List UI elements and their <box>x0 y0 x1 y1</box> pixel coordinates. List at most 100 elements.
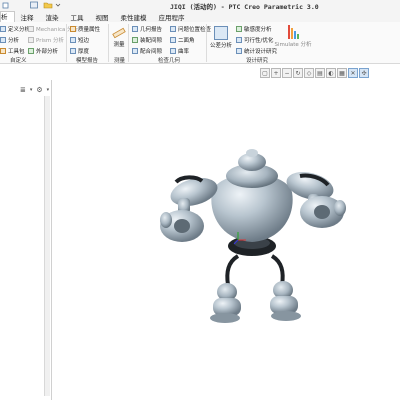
saved-views-icon[interactable]: ▤ <box>315 68 325 78</box>
tab-applications[interactable]: 应用程序 <box>153 12 191 22</box>
group-inspect-geometry: 检查几何 <box>158 58 181 64</box>
right-hand <box>300 196 346 228</box>
fit-icon <box>132 48 138 54</box>
define-analysis-button[interactable]: 定义分析 <box>0 25 30 33</box>
label: 几何报告 <box>140 27 163 33</box>
short-edge-button[interactable]: 短边 <box>70 36 89 44</box>
label: 测量 <box>113 42 125 48</box>
left-foot <box>210 283 241 323</box>
label: 装配间隙 <box>140 38 163 44</box>
label: 厚度 <box>78 49 90 55</box>
label: 质量属性 <box>78 27 101 33</box>
group-design-study: 设计研究 <box>246 58 269 64</box>
graphics-toolbar: ▢ + − ↻ ◇ ▤ ◐ ▦ ✕ ✣ <box>260 68 369 78</box>
thickness-button[interactable]: 厚度 <box>70 47 89 55</box>
label: 工具包 <box>8 49 25 55</box>
dihedral-angle-button[interactable]: 二面角 <box>170 36 195 44</box>
group-custom: 自定义 <box>10 58 27 64</box>
chevron-down-icon[interactable]: ▾ <box>30 87 33 93</box>
tolerance-analysis-button[interactable]: 公差分析 <box>210 26 232 49</box>
robot-head-knob <box>246 149 258 157</box>
measure-button[interactable]: 测量 <box>112 26 126 48</box>
angle-icon <box>170 37 176 43</box>
left-leg <box>225 254 240 286</box>
divider <box>66 24 67 62</box>
spin-center-icon[interactable]: ✣ <box>359 68 369 78</box>
ribbon: 定义分析 分析 工具包 Mechanica 分析 Prism 分析 外部分析 质… <box>0 22 400 64</box>
orient-icon[interactable]: ◇ <box>304 68 314 78</box>
geometry-report-button[interactable]: 几何报告 <box>132 25 162 33</box>
navigator-scrollbar[interactable] <box>44 96 50 396</box>
group-model-report: 模型报告 <box>76 58 99 64</box>
fit-clearance-button[interactable]: 配合间隙 <box>132 47 162 55</box>
settings-icon[interactable]: ⚙ <box>36 86 42 94</box>
mechanica-icon <box>28 26 34 32</box>
robot-model[interactable] <box>52 80 400 400</box>
toolkit-icon <box>0 48 6 54</box>
label: 曲率 <box>178 49 190 55</box>
label: 可行性/优化 <box>244 38 274 44</box>
analysis-icon <box>0 26 6 32</box>
check-icon <box>170 26 176 32</box>
model-tree-icon[interactable]: ≣ <box>20 86 26 94</box>
left-hand <box>160 210 204 242</box>
tab-render[interactable]: 渲染 <box>40 12 65 22</box>
label: 定义分析 <box>8 27 31 33</box>
right-leg <box>270 254 285 286</box>
tab-flexible-modeling[interactable]: 柔性建模 <box>115 12 153 22</box>
repaint-icon[interactable]: ↻ <box>293 68 303 78</box>
window-title: JIQI (活动的) - PTC Creo Parametric 3.0 <box>170 3 319 11</box>
label: Simulate 分析 <box>274 42 312 48</box>
problem-check-button[interactable]: 问题位置检查 <box>170 25 211 33</box>
tab-annotate[interactable]: 注释 <box>15 12 40 22</box>
refit-icon[interactable]: ▢ <box>260 68 270 78</box>
label: 分析 <box>8 38 20 44</box>
navigator-toolbar: ≣ ▾ ⚙ ▾ <box>20 86 49 94</box>
tab-analysis[interactable]: 析 <box>0 11 15 22</box>
graphics-window[interactable] <box>52 80 400 400</box>
display-style-icon[interactable]: ◐ <box>326 68 336 78</box>
feasibility-button[interactable]: 可行性/优化 <box>236 36 273 44</box>
analysis-icon <box>0 37 6 43</box>
new-file-icon[interactable] <box>2 2 10 9</box>
feasibility-icon <box>236 37 242 43</box>
sensitivity-analysis-button[interactable]: 敏感度分析 <box>236 25 272 33</box>
prism-icon <box>28 37 34 43</box>
simulate-button[interactable]: Simulate 分析 <box>274 24 312 48</box>
view-manager-icon[interactable]: ▦ <box>337 68 347 78</box>
prism-analysis-button[interactable]: Prism 分析 <box>28 36 64 44</box>
label: 短边 <box>78 38 90 44</box>
curvature-icon <box>170 48 176 54</box>
quick-access-right <box>30 1 61 9</box>
quick-access-toolbar <box>2 1 10 9</box>
divider <box>206 24 207 62</box>
statistics-icon <box>236 48 242 54</box>
mass-properties-button[interactable]: 质量属性 <box>70 25 100 33</box>
analysis-button[interactable]: 分析 <box>0 36 19 44</box>
tab-tools[interactable]: 工具 <box>65 12 90 22</box>
window-icon[interactable] <box>30 1 39 9</box>
clearance-icon <box>132 37 138 43</box>
tab-view[interactable]: 视图 <box>90 12 115 22</box>
external-analysis-button[interactable]: 外部分析 <box>28 47 58 55</box>
statistical-design-button[interactable]: 统计设计研究 <box>236 47 277 55</box>
menu-bar: 析 注释 渲染 工具 视图 柔性建模 应用程序 <box>0 11 400 22</box>
group-measure: 测量 <box>114 58 126 64</box>
toolkit-button[interactable]: 工具包 <box>0 47 25 55</box>
chevron-down-icon[interactable] <box>55 1 61 9</box>
title-bar: JIQI (活动的) - PTC Creo Parametric 3.0 <box>0 0 400 11</box>
external-analysis-icon <box>28 48 34 54</box>
annotation-display-icon[interactable]: ✕ <box>348 68 358 78</box>
chevron-down-icon[interactable]: ▾ <box>47 87 50 93</box>
curvature-button[interactable]: 曲率 <box>170 47 189 55</box>
label: 外部分析 <box>36 49 59 55</box>
thickness-icon <box>70 48 76 54</box>
report-icon <box>132 26 138 32</box>
mass-icon <box>70 26 76 32</box>
assembly-clearance-button[interactable]: 装配间隙 <box>132 36 162 44</box>
folder-icon[interactable] <box>43 1 53 9</box>
label: 二面角 <box>178 38 195 44</box>
sensitivity-icon <box>236 26 242 32</box>
zoom-out-icon[interactable]: − <box>282 68 292 78</box>
zoom-in-icon[interactable]: + <box>271 68 281 78</box>
